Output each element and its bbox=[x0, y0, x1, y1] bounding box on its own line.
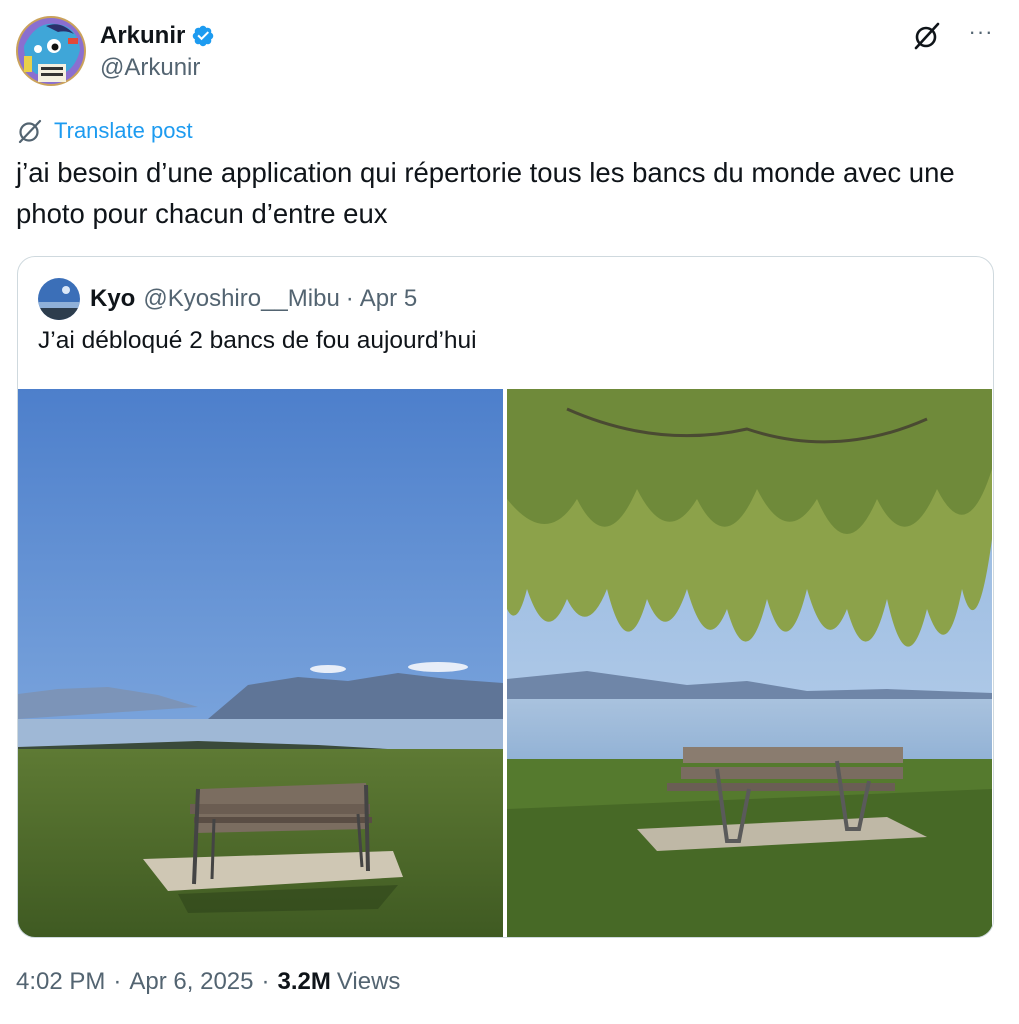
separator-dot: · bbox=[261, 968, 270, 995]
views-label: Views bbox=[336, 968, 401, 995]
translate-post-link[interactable]: Translate post bbox=[16, 117, 193, 145]
grok-icon[interactable] bbox=[911, 20, 943, 52]
post-time[interactable]: 4:02 PM bbox=[16, 968, 105, 996]
separator-dot: · bbox=[345, 285, 354, 312]
views-count: 3.2M bbox=[277, 968, 331, 995]
quoted-author-handle[interactable]: @Kyoshiro__Mibu bbox=[143, 285, 339, 313]
quoted-post-text: J’ai débloqué 2 bancs de fou aujourd’hui bbox=[38, 327, 477, 354]
verified-badge-icon bbox=[193, 25, 214, 47]
post-meta: 4:02 PM · Apr 6, 2025 · 3.2M Views bbox=[16, 968, 400, 996]
author-name[interactable]: Arkunir bbox=[100, 22, 185, 50]
quoted-photo-2[interactable] bbox=[507, 389, 992, 937]
quoted-author-avatar[interactable] bbox=[38, 278, 80, 320]
translate-icon bbox=[18, 119, 42, 144]
post-header: Arkunir @Arkunir ··· bbox=[16, 16, 1003, 88]
author-handle[interactable]: @Arkunir bbox=[100, 54, 215, 82]
quoted-author-name[interactable]: Kyo bbox=[90, 285, 135, 313]
more-icon[interactable]: ··· bbox=[963, 18, 999, 50]
quoted-post-card[interactable]: Kyo @Kyoshiro__Mibu · Apr 5 J’ai débloqu… bbox=[17, 256, 994, 938]
author-avatar[interactable] bbox=[16, 16, 86, 86]
translate-label[interactable]: Translate post bbox=[54, 118, 193, 144]
quoted-photo-1[interactable] bbox=[18, 389, 503, 937]
quoted-post-header: Kyo @Kyoshiro__Mibu · Apr 5 bbox=[38, 277, 417, 321]
post-date[interactable]: Apr 6, 2025 bbox=[129, 968, 253, 996]
quoted-post-date[interactable]: Apr 5 bbox=[360, 285, 417, 313]
separator-dot: · bbox=[113, 968, 122, 995]
tweet-text: j’ai besoin d’une application qui répert… bbox=[16, 157, 955, 229]
